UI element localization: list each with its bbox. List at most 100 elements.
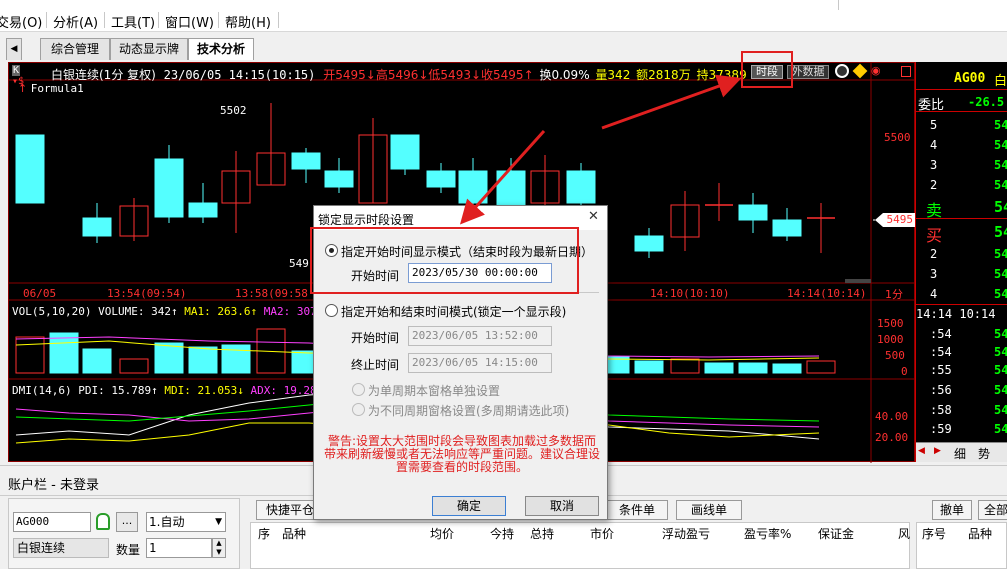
tick-time-3: :56 (930, 383, 952, 397)
tick-time-1: :54 (930, 345, 952, 359)
weibi-value: -26.5 (968, 95, 1005, 109)
range-end-input[interactable]: 2023/06/05 14:15:00 (408, 353, 552, 373)
candle-body-10 (390, 134, 420, 170)
browse-button[interactable]: ... (116, 512, 138, 532)
quantity-stepper[interactable]: ▲ ▼ (212, 538, 226, 558)
tab-detail[interactable]: 细 (954, 445, 966, 462)
lock-icon[interactable] (96, 513, 110, 530)
col-market-price: 市价 (590, 527, 615, 541)
next-arrow-icon[interactable]: ▶ (934, 446, 941, 456)
dmi-indicator-header: DMI(14,6) PDI: 15.789↑ MDI: 21.053↓ ADX:… (12, 384, 317, 397)
multi-period-radio[interactable] (352, 403, 365, 416)
cancel-order-button[interactable]: 撤单 (932, 500, 972, 520)
col-margin: 保证金 (818, 527, 855, 541)
col-pnl-rate: 盈亏率% (744, 527, 792, 541)
bar-datetime: 23/06/05 14:15(10:15) (163, 68, 316, 82)
conditional-order-button[interactable]: 条件单 (606, 500, 668, 520)
vol-axis-500: 500 (885, 349, 905, 362)
menu-analysis[interactable]: 分析(A) (53, 12, 98, 31)
low-value: 低5493↓ (428, 68, 482, 82)
formula-label: ↑ Formula1 (18, 82, 84, 95)
menu-bar: 交易(O) 分析(A) 工具(T) 窗口(W) 帮助(H) (0, 0, 1007, 32)
start-time-input[interactable]: 2023/05/30 00:00:00 (408, 263, 552, 283)
contract-code-input[interactable]: AG000 (13, 512, 91, 532)
settings-icon[interactable] (835, 64, 849, 78)
tick-price-1: 54 (994, 345, 1007, 359)
vol-ma2: MA2: 307 (263, 305, 317, 318)
tick-price-2: 54 (994, 363, 1007, 377)
vol-axis-0: 0 (901, 365, 908, 378)
time-axis-label-3: 14:10(10:10) (650, 287, 730, 300)
volume-bar-4 (154, 342, 184, 374)
single-period-radio[interactable] (352, 383, 365, 396)
mode-start-time-radio[interactable] (325, 244, 338, 257)
cancel-button[interactable]: 取消 (525, 496, 599, 516)
period-lock-button[interactable]: 时段 (751, 65, 783, 79)
sell-price-2: 54 (994, 178, 1007, 192)
menu-help[interactable]: 帮助(H) (225, 12, 271, 31)
tab-overview[interactable]: 综合管理 (40, 38, 110, 60)
open-interest-value: 持37389 (696, 68, 747, 82)
candle-body-11 (426, 170, 456, 188)
col-index: 序 (258, 527, 271, 541)
tab-quote-board[interactable]: 动态显示牌 (110, 38, 188, 60)
order-mode-select[interactable]: 1.自动 ▼ (146, 512, 226, 532)
tab-trend[interactable]: 势 (978, 445, 990, 462)
col-order-symbol: 品种 (968, 527, 993, 541)
order-entry-panel (8, 498, 240, 569)
volume-bar-3 (119, 358, 149, 374)
position-table (250, 522, 910, 569)
time-axis-label-0: 06/05 (23, 287, 57, 300)
sell-price-3: 54 (994, 158, 1007, 172)
dmi-pdi: PDI: 15.789↑ (78, 384, 158, 397)
mode-range-radio[interactable] (325, 304, 338, 317)
buy-label: 买 (926, 226, 943, 245)
buy-price-4: 54 (994, 287, 1007, 301)
tab-collapse-button[interactable]: ◀ (6, 38, 22, 60)
chevron-down-icon: ▼ (215, 517, 222, 527)
vol-title: VOL(5,10,20) (12, 305, 92, 318)
current-price-tag: 5495 (875, 213, 915, 227)
volume-value: 量342 (595, 68, 631, 82)
volume-bar-2 (82, 348, 112, 374)
ok-button[interactable]: 确定 (432, 496, 506, 516)
volume-bar-22 (772, 363, 802, 374)
external-data-button[interactable]: 外数据 (787, 65, 829, 79)
volume-indicator-header: VOL(5,10,20) VOLUME: 342↑ MA1: 263.6↑ MA… (12, 305, 317, 318)
period-lock-dialog: 锁定显示时段设置 ✕ 指定开始时间显示模式（结束时段为最新日期） 开始时间 20… (313, 205, 608, 520)
tick-price-0: 54 (994, 327, 1007, 341)
maximize-icon[interactable] (901, 66, 911, 77)
time-axis-label-4: 14:14(10:14) (787, 287, 867, 300)
scroll-thumb (845, 279, 871, 283)
chart-header-icons: K ▾$ (12, 65, 25, 87)
menu-tools[interactable]: 工具(T) (111, 12, 155, 31)
menu-window[interactable]: 窗口(W) (165, 12, 214, 31)
dmi-adx: ADX: 19.28 (250, 384, 317, 397)
amount-value: 额2818万 (636, 68, 691, 82)
sell-level-2: 2 (930, 178, 938, 192)
close-icon[interactable]: ✕ (588, 209, 599, 224)
sell-level-4: 4 (930, 138, 938, 152)
sell-price-4: 54 (994, 138, 1007, 152)
weibi-label: 委比 (918, 98, 945, 113)
turnover-value: 换0.09% (539, 68, 590, 82)
tick-time-0: :54 (930, 327, 952, 341)
vol-ma1: MA1: 263.6↑ (184, 305, 258, 318)
contract-name-field: 白银连续 (13, 538, 109, 558)
low-mark-label: 549 (289, 257, 309, 270)
cancel-all-button[interactable]: 全部 (978, 500, 1007, 520)
buy-level-4: 4 (930, 287, 938, 301)
alert-icon[interactable]: ◉ (871, 64, 883, 78)
tick-price-4: 54 (994, 403, 1007, 417)
multi-period-label: 为不同周期窗格设置(多周期请选此项) (368, 404, 570, 418)
draw-line-order-button[interactable]: 画线单 (676, 500, 742, 520)
quantity-input[interactable]: 1 (146, 538, 212, 558)
candle-body-4 (188, 202, 218, 218)
prev-arrow-icon[interactable]: ◀ (918, 446, 925, 456)
menu-trade[interactable]: 交易(O) (0, 12, 42, 31)
volume-bar-5 (188, 346, 218, 374)
period-label[interactable]: 1分 (885, 286, 903, 302)
quote-title-row: AG00 白 (916, 66, 1007, 90)
range-start-input[interactable]: 2023/06/05 13:52:00 (408, 326, 552, 346)
tab-technical-analysis[interactable]: 技术分析 (188, 38, 254, 60)
